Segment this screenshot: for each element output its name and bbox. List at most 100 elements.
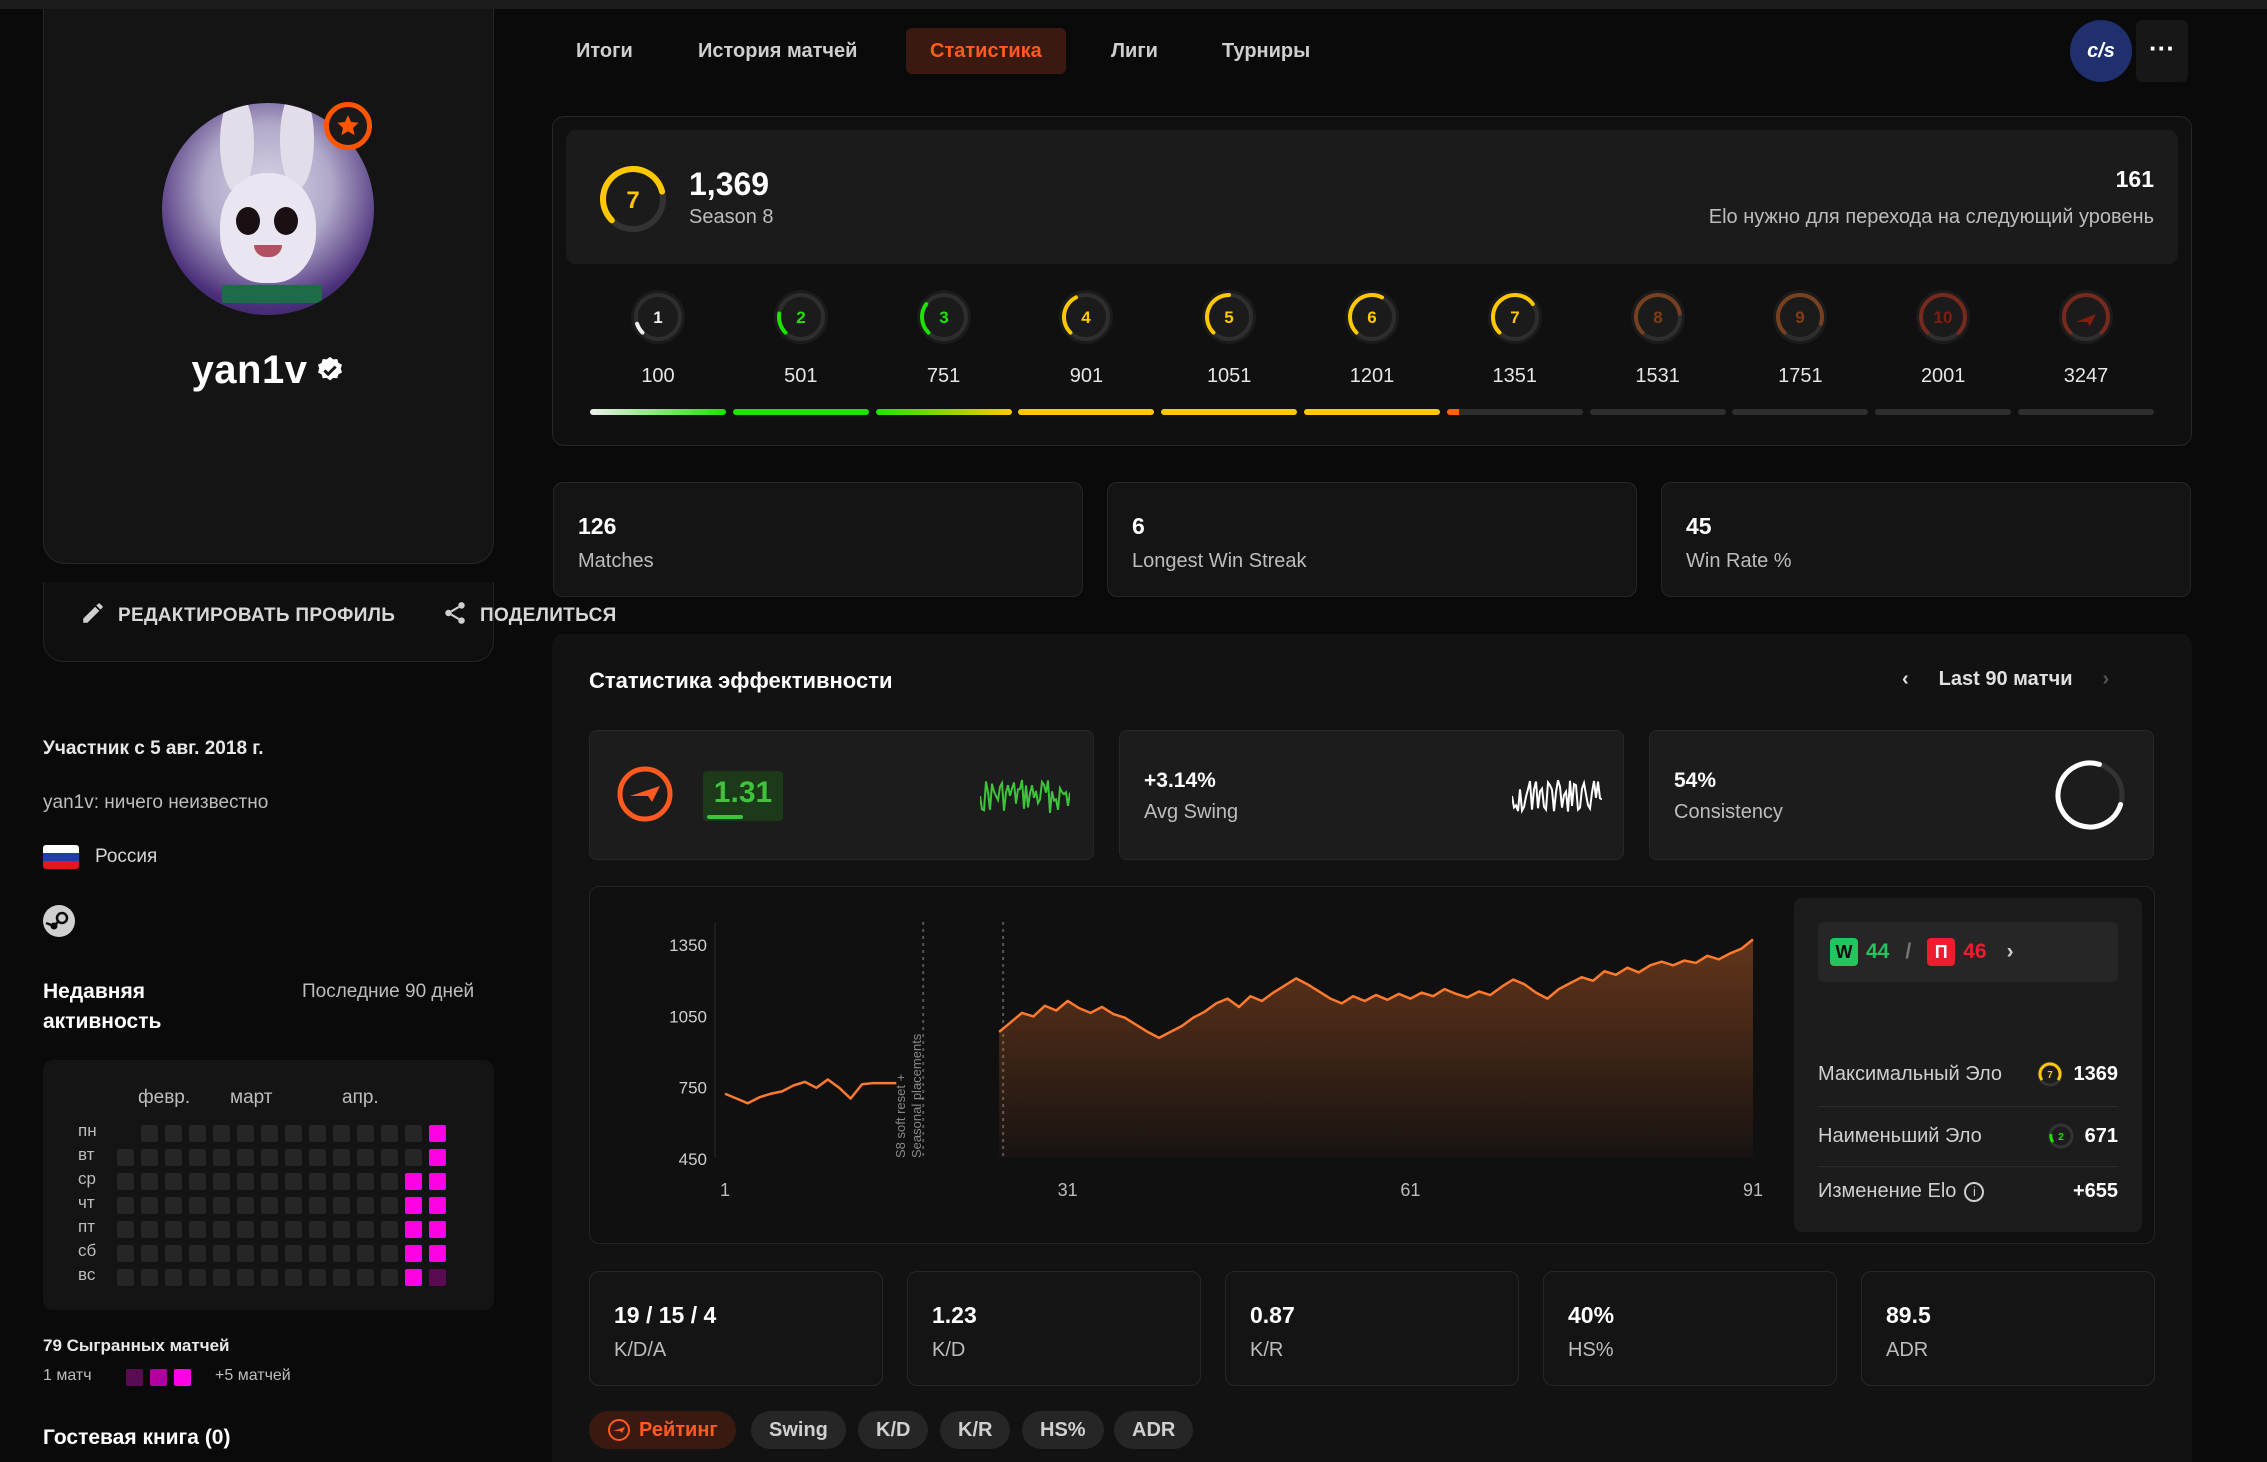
heatmap-cell[interactable] bbox=[261, 1269, 278, 1286]
heatmap-cell[interactable] bbox=[333, 1221, 350, 1238]
heatmap-cell[interactable] bbox=[357, 1125, 374, 1142]
heatmap-cell[interactable] bbox=[405, 1269, 422, 1286]
heatmap-cell[interactable] bbox=[309, 1149, 326, 1166]
heatmap-cell[interactable] bbox=[141, 1269, 158, 1286]
heatmap-cell[interactable] bbox=[405, 1173, 422, 1190]
heatmap-cell[interactable] bbox=[165, 1245, 182, 1262]
chip-kr[interactable]: K/R bbox=[940, 1411, 1011, 1449]
heatmap-cell[interactable] bbox=[165, 1173, 182, 1190]
heatmap-cell[interactable] bbox=[213, 1245, 230, 1262]
heatmap-cell[interactable] bbox=[381, 1197, 398, 1214]
series-line[interactable] bbox=[724, 1078, 897, 1105]
heatmap-cell[interactable] bbox=[189, 1269, 206, 1286]
heatmap-cell[interactable] bbox=[237, 1245, 254, 1262]
tab-statistics[interactable]: Статистика bbox=[906, 28, 1066, 74]
heatmap-cell[interactable] bbox=[285, 1173, 302, 1190]
heatmap-cell[interactable] bbox=[381, 1269, 398, 1286]
heatmap-cell[interactable] bbox=[165, 1221, 182, 1238]
heatmap-cell[interactable] bbox=[429, 1173, 446, 1190]
info-icon[interactable]: i bbox=[1964, 1181, 1985, 1202]
heatmap-cell[interactable] bbox=[333, 1197, 350, 1214]
heatmap-cell[interactable] bbox=[309, 1173, 326, 1190]
heatmap-cell[interactable] bbox=[165, 1197, 182, 1214]
chip-adr[interactable]: ADR bbox=[1114, 1411, 1194, 1449]
heatmap-cell[interactable] bbox=[285, 1221, 302, 1238]
heatmap-cell[interactable] bbox=[117, 1269, 134, 1286]
heatmap-cell[interactable] bbox=[429, 1125, 446, 1142]
heatmap-cell[interactable] bbox=[309, 1269, 326, 1286]
tab-match-history[interactable]: История матчей bbox=[674, 28, 881, 74]
heatmap-cell[interactable] bbox=[357, 1221, 374, 1238]
heatmap-cell[interactable] bbox=[261, 1221, 278, 1238]
heatmap-cell[interactable] bbox=[165, 1125, 182, 1142]
heatmap-cell[interactable] bbox=[357, 1173, 374, 1190]
heatmap-cell[interactable] bbox=[213, 1149, 230, 1166]
heatmap-cell[interactable] bbox=[309, 1125, 326, 1142]
heatmap-cell[interactable] bbox=[357, 1269, 374, 1286]
guestbook-title[interactable]: Гостевая книга (0) bbox=[43, 1426, 230, 1450]
heatmap-cell[interactable] bbox=[117, 1173, 134, 1190]
heatmap-cell[interactable] bbox=[165, 1149, 182, 1166]
heatmap-cell[interactable] bbox=[141, 1245, 158, 1262]
chip-hs[interactable]: HS% bbox=[1022, 1411, 1104, 1449]
heatmap-cell[interactable] bbox=[117, 1149, 134, 1166]
heatmap-cell[interactable] bbox=[405, 1125, 422, 1142]
heatmap-cell[interactable] bbox=[237, 1149, 254, 1166]
heatmap-cell[interactable] bbox=[285, 1245, 302, 1262]
chip-kd[interactable]: K/D bbox=[858, 1411, 929, 1449]
heatmap-cell[interactable] bbox=[237, 1269, 254, 1286]
heatmap-cell[interactable] bbox=[285, 1269, 302, 1286]
heatmap-cell[interactable] bbox=[213, 1125, 230, 1142]
win-loss-button[interactable]: W 44 / П 46 › bbox=[1818, 922, 2118, 982]
heatmap-cell[interactable] bbox=[285, 1149, 302, 1166]
heatmap-cell[interactable] bbox=[237, 1197, 254, 1214]
heatmap-cell[interactable] bbox=[141, 1125, 158, 1142]
heatmap-cell[interactable] bbox=[333, 1173, 350, 1190]
elo-chart[interactable]: 450 750 1050 1350 1 31 61 91 S8 soft reset +Seas… bbox=[589, 886, 1789, 1244]
heatmap-cell[interactable] bbox=[261, 1197, 278, 1214]
heatmap-cell[interactable] bbox=[429, 1269, 446, 1286]
heatmap-cell[interactable] bbox=[189, 1125, 206, 1142]
heatmap-cell[interactable] bbox=[261, 1125, 278, 1142]
more-button[interactable]: ··· bbox=[2136, 20, 2188, 82]
heatmap-cell[interactable] bbox=[285, 1197, 302, 1214]
heatmap-cell[interactable] bbox=[117, 1245, 134, 1262]
edit-profile-button[interactable]: РЕДАКТИРОВАТЬ ПРОФИЛЬ bbox=[80, 600, 395, 632]
heatmap-cell[interactable] bbox=[165, 1269, 182, 1286]
heatmap-cell[interactable] bbox=[333, 1269, 350, 1286]
tab-tournaments[interactable]: Турниры bbox=[1198, 28, 1334, 74]
chip-rating[interactable]: Рейтинг bbox=[589, 1411, 736, 1449]
heatmap-cell[interactable] bbox=[333, 1125, 350, 1142]
heatmap-cell[interactable] bbox=[333, 1245, 350, 1262]
heatmap-cell[interactable] bbox=[429, 1221, 446, 1238]
heatmap-cell[interactable] bbox=[357, 1197, 374, 1214]
heatmap-cell[interactable] bbox=[141, 1149, 158, 1166]
heatmap-cell[interactable] bbox=[405, 1221, 422, 1238]
heatmap-cell[interactable] bbox=[213, 1221, 230, 1238]
heatmap-cell[interactable] bbox=[141, 1221, 158, 1238]
heatmap-cell[interactable] bbox=[381, 1125, 398, 1142]
heatmap-cell[interactable] bbox=[381, 1149, 398, 1166]
heatmap-cell[interactable] bbox=[309, 1197, 326, 1214]
heatmap-cell[interactable] bbox=[237, 1221, 254, 1238]
heatmap-cell[interactable] bbox=[117, 1197, 134, 1214]
heatmap-cell[interactable] bbox=[357, 1245, 374, 1262]
heatmap-cell[interactable] bbox=[429, 1245, 446, 1262]
heatmap-cell[interactable] bbox=[357, 1149, 374, 1166]
heatmap-cell[interactable] bbox=[333, 1149, 350, 1166]
tab-summary[interactable]: Итоги bbox=[552, 28, 657, 74]
heatmap-cell[interactable] bbox=[213, 1197, 230, 1214]
heatmap-cell[interactable] bbox=[261, 1149, 278, 1166]
heatmap-cell[interactable] bbox=[285, 1125, 302, 1142]
heatmap-cell[interactable] bbox=[237, 1125, 254, 1142]
chevron-left-icon[interactable]: ‹ bbox=[1902, 668, 1909, 691]
heatmap-cell[interactable] bbox=[117, 1221, 134, 1238]
heatmap-cell[interactable] bbox=[213, 1173, 230, 1190]
heatmap-cell[interactable] bbox=[381, 1173, 398, 1190]
heatmap-cell[interactable] bbox=[405, 1149, 422, 1166]
heatmap-cell[interactable] bbox=[237, 1173, 254, 1190]
heatmap-cell[interactable] bbox=[405, 1197, 422, 1214]
chip-swing[interactable]: Swing bbox=[751, 1411, 846, 1449]
heatmap-cell[interactable] bbox=[189, 1173, 206, 1190]
heatmap-cell[interactable] bbox=[381, 1245, 398, 1262]
